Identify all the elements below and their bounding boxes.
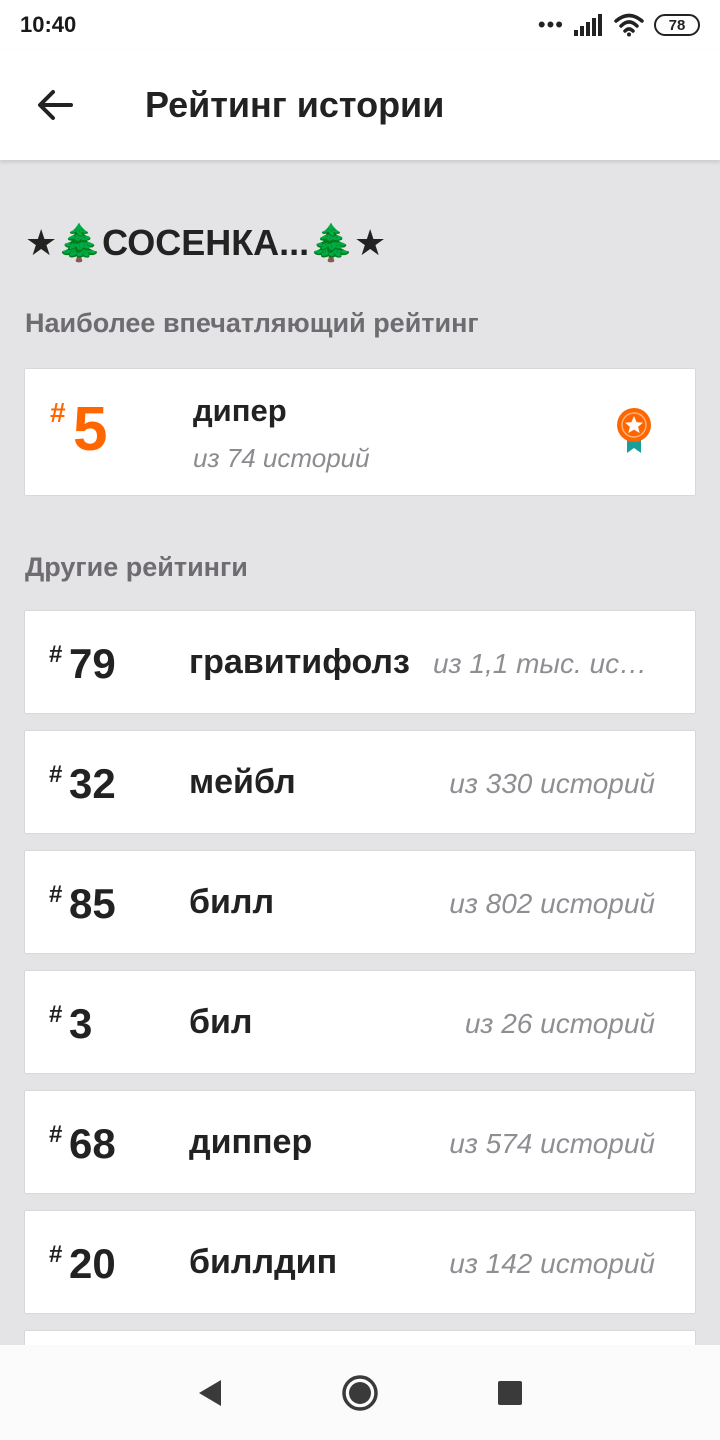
- status-icons: ••• 78: [538, 13, 700, 37]
- rank-tag: мейбл: [189, 763, 296, 801]
- rank-hash: #: [49, 881, 63, 908]
- rank-subtitle: из 574 историй: [449, 1129, 655, 1159]
- square-recents-icon: [498, 1380, 522, 1405]
- rank-item[interactable]: # 3 бил из 26 историй: [24, 970, 696, 1074]
- rank-item-partial[interactable]: [24, 1330, 696, 1345]
- rank-hash: #: [50, 397, 66, 428]
- page-title: Рейтинг истории: [145, 84, 445, 125]
- nav-back-button[interactable]: [185, 1368, 235, 1418]
- rank-subtitle: из 142 историй: [449, 1249, 655, 1279]
- nav-recents-button[interactable]: [485, 1368, 535, 1418]
- status-bar: 10:40 ••• 78: [0, 0, 720, 50]
- rank-hash: #: [49, 1121, 63, 1148]
- best-rating-card[interactable]: # 5 дипер из 74 историй: [24, 368, 696, 496]
- rank-tag: диппер: [189, 1123, 313, 1161]
- rank-number: 20: [69, 1240, 116, 1287]
- rank-item[interactable]: # 32 мейбл из 330 историй: [24, 730, 696, 834]
- app-bar: Рейтинг истории: [0, 50, 720, 160]
- arrow-left-icon: [38, 90, 73, 120]
- rank-hash: #: [49, 1241, 63, 1268]
- back-button[interactable]: [0, 50, 110, 160]
- rank-number: 79: [69, 640, 116, 687]
- rank-number: 3: [69, 1000, 93, 1047]
- notification-dots-icon: •••: [537, 12, 564, 37]
- triangle-back-icon: [199, 1379, 221, 1406]
- rank-subtitle: из 26 историй: [464, 1009, 655, 1039]
- rank-subtitle: из 802 историй: [449, 889, 655, 919]
- award-medal-icon: [617, 408, 651, 453]
- rank-tag: биллдип: [189, 1243, 338, 1281]
- nav-home-button[interactable]: [335, 1368, 385, 1418]
- rank-item[interactable]: # 20 биллдип из 142 историй: [24, 1210, 696, 1314]
- rank-number: 32: [69, 760, 116, 807]
- rank-item[interactable]: # 68 диппер из 574 историй: [24, 1090, 696, 1194]
- rank-item[interactable]: # 79 гравитифолз из 1,1 тыс. историй: [24, 610, 696, 714]
- best-rank-number: 5: [73, 395, 108, 464]
- main-content[interactable]: ★🌲СОСЕНКА...🌲★ Наиболее впечатляющий рей…: [0, 160, 720, 1345]
- other-ratings-list: # 79 гравитифолз из 1,1 тыс. историй # 3…: [24, 610, 696, 1345]
- system-nav-bar: [0, 1345, 720, 1440]
- circle-home-icon: [342, 1374, 378, 1411]
- rank-subtitle: из 330 историй: [449, 769, 655, 799]
- rank-number: 68: [69, 1120, 116, 1167]
- battery-icon: 78: [654, 14, 700, 36]
- rank-hash: #: [49, 641, 63, 668]
- rank-tag: бил: [189, 1003, 253, 1041]
- wifi-icon: [614, 13, 644, 37]
- rank-tag: билл: [189, 883, 275, 921]
- rank-hash: #: [49, 1001, 63, 1028]
- rank-item[interactable]: # 85 билл из 802 историй: [24, 850, 696, 954]
- rank-tag: гравитифолз: [189, 643, 410, 681]
- best-rank-subtitle: из 74 историй: [193, 443, 370, 473]
- other-ratings-label: Другие рейтинги: [25, 552, 248, 582]
- signal-icon: [574, 14, 602, 36]
- rank-subtitle: из 1,1 тыс. историй: [433, 649, 655, 679]
- rank-hash: #: [49, 761, 63, 788]
- best-rank-tag: дипер: [193, 393, 287, 428]
- rank-number: 85: [69, 880, 116, 927]
- best-rating-label: Наиболее впечатляющий рейтинг: [25, 308, 479, 338]
- story-title: ★🌲СОСЕНКА...🌲★: [25, 222, 387, 263]
- status-time: 10:40: [20, 12, 77, 37]
